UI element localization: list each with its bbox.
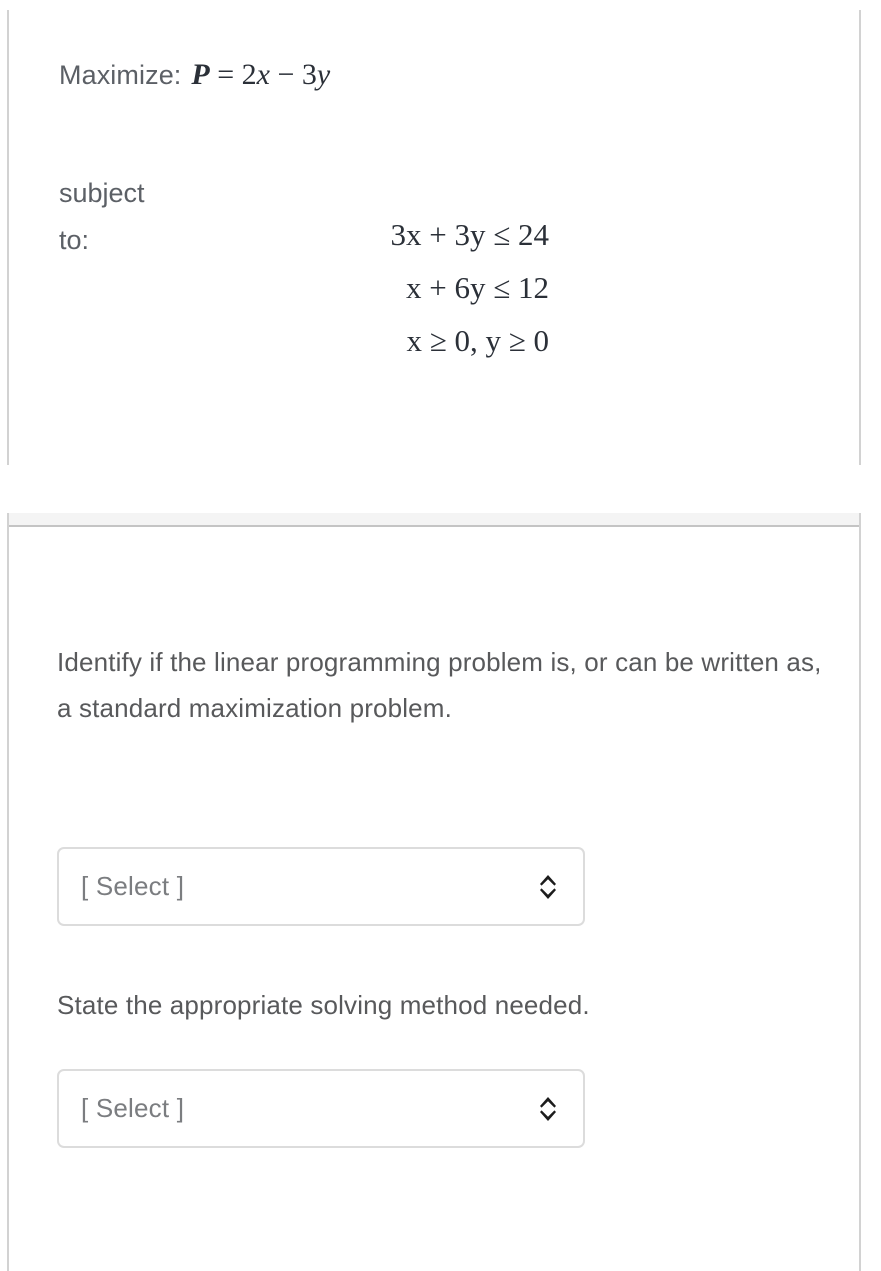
objective-term-2: 3y: [301, 58, 331, 91]
chevron-up-down-icon: [513, 1094, 583, 1124]
select-standard-maximization[interactable]: [ Select ]: [57, 847, 585, 926]
question-panel-header: [9, 513, 859, 527]
objective-equals: =: [217, 58, 235, 91]
constraints-list: 3x + 3y ≤ 24 x + 6y ≤ 12 x ≥ 0, y ≥ 0: [179, 208, 550, 367]
problem-statement-panel: Maximize: P = 2x − 3y subject to: 3x + 3…: [7, 10, 861, 465]
chevron-up-down-icon: [513, 872, 583, 902]
objective-expression: P = 2x − 3y: [191, 58, 330, 92]
objective-variable: P: [191, 58, 210, 91]
constraint-row: 3x + 3y ≤ 24: [390, 217, 550, 252]
objective-function-row: Maximize: P = 2x − 3y: [59, 58, 330, 92]
question-panel: Identify if the linear programming probl…: [7, 513, 861, 1271]
select-solving-method-value: [ Select ]: [81, 1093, 185, 1123]
select-standard-maximization-value: [ Select ]: [81, 871, 185, 901]
objective-term-1: 2x: [241, 58, 270, 91]
subject-to-label-line-2: to:: [59, 225, 90, 255]
subject-to-label: subject to:: [59, 170, 169, 264]
question-prompt-solving-method: State the appropriate solving method nee…: [57, 990, 590, 1020]
constraint-row: x ≥ 0, y ≥ 0: [406, 323, 549, 358]
constraint-row: x + 6y ≤ 12: [406, 270, 549, 305]
objective-operator: −: [277, 58, 295, 91]
question-prompt-standard-maximization: Identify if the linear programming probl…: [57, 647, 822, 723]
subject-to-label-line-1: subject: [59, 178, 145, 208]
select-solving-method[interactable]: [ Select ]: [57, 1069, 585, 1148]
maximize-label: Maximize:: [59, 60, 182, 90]
